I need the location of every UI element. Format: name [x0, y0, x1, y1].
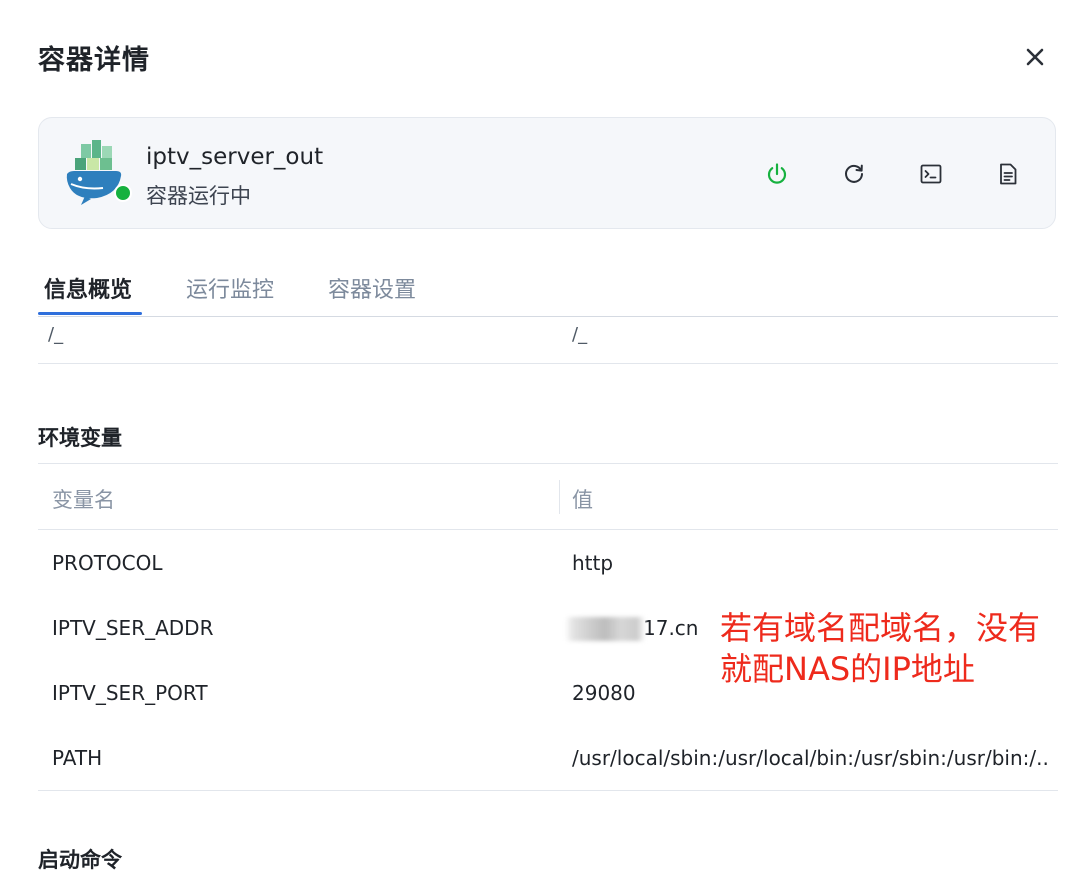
- partial-cell-name: /_: [48, 324, 64, 345]
- dialog-title: 容器详情: [38, 45, 150, 76]
- terminal-button[interactable]: [915, 158, 947, 190]
- tab-settings[interactable]: 容器设置: [328, 272, 416, 304]
- env-value: 17.cn: [643, 616, 699, 640]
- redacted-address-blur: [565, 617, 645, 641]
- power-icon: [767, 163, 787, 184]
- power-button[interactable]: [761, 158, 793, 190]
- annotation-line-2: 就配NAS的IP地址: [720, 650, 975, 688]
- partial-cell-value: /_: [572, 324, 588, 345]
- red-annotation: 若有域名配域名，没有 就配NAS的IP地址: [720, 608, 1040, 690]
- env-name: IPTV_SER_ADDR: [52, 616, 214, 640]
- env-value: 29080: [572, 681, 636, 705]
- tab-bar: 信息概览 运行监控 容器设置: [38, 268, 1058, 317]
- container-status: 容器运行中: [146, 184, 251, 208]
- env-section-title: 环境变量: [38, 426, 122, 450]
- column-divider: [559, 480, 560, 514]
- container-name: iptv_server_out: [146, 144, 324, 170]
- env-name: IPTV_SER_PORT: [52, 681, 208, 705]
- column-header-name: 变量名: [52, 488, 115, 512]
- table-row: PROTOCOL http: [38, 530, 1058, 595]
- tab-monitor[interactable]: 运行监控: [186, 272, 274, 304]
- close-icon: [1026, 48, 1044, 66]
- env-table-header: 变量名 值: [38, 464, 1058, 530]
- restart-icon: [845, 164, 863, 183]
- annotation-line-1: 若有域名配域名，没有: [720, 609, 1041, 647]
- table-row: PATH /usr/local/sbin:/usr/local/bin:/usr…: [38, 725, 1058, 790]
- partial-table-row: /_ /_: [38, 317, 1058, 364]
- column-header-value: 值: [572, 488, 593, 512]
- tab-overview[interactable]: 信息概览: [44, 272, 132, 304]
- active-tab-indicator: [38, 312, 142, 315]
- close-button[interactable]: [1018, 40, 1052, 74]
- startup-section-title: 启动命令: [38, 848, 122, 872]
- log-icon: [1000, 163, 1017, 185]
- env-value: http: [572, 551, 614, 575]
- terminal-icon: [920, 164, 942, 184]
- env-name: PATH: [52, 746, 103, 770]
- env-name: PROTOCOL: [52, 551, 163, 575]
- restart-button[interactable]: [838, 158, 870, 190]
- env-value: /usr/local/sbin:/usr/local/bin:/usr/sbin…: [572, 746, 1049, 770]
- running-status-dot: [114, 184, 132, 202]
- container-card: iptv_server_out 容器运行中: [38, 117, 1056, 229]
- log-button[interactable]: [992, 158, 1024, 190]
